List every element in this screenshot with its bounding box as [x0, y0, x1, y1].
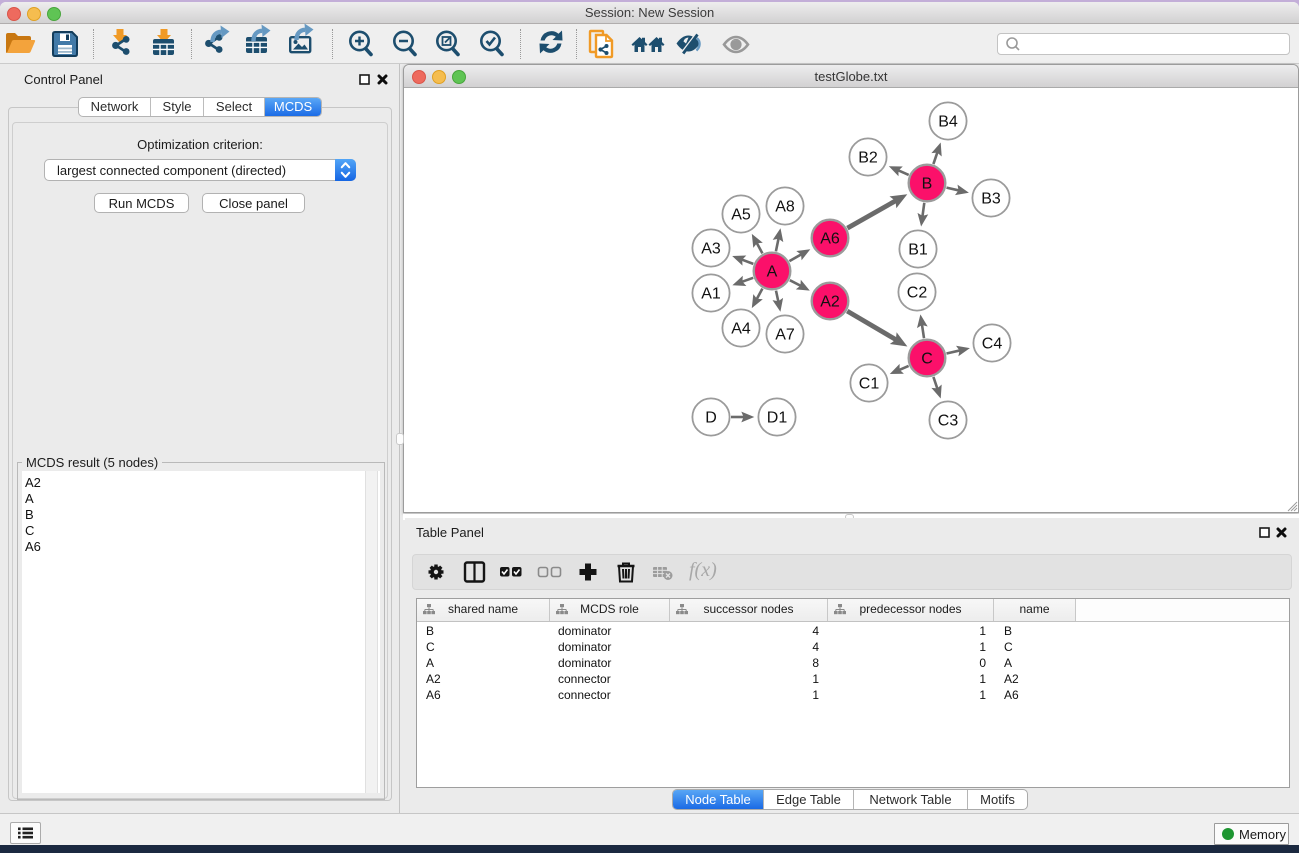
- svg-text:C1: C1: [859, 376, 880, 393]
- svg-text:C2: C2: [907, 285, 928, 302]
- svg-text:A1: A1: [701, 286, 721, 303]
- svg-text:A2: A2: [820, 294, 840, 311]
- svg-text:B1: B1: [908, 242, 928, 259]
- svg-text:A3: A3: [701, 241, 721, 258]
- svg-text:A: A: [767, 264, 778, 281]
- svg-text:A8: A8: [775, 199, 795, 216]
- svg-text:A5: A5: [731, 207, 751, 224]
- svg-text:C4: C4: [982, 336, 1003, 353]
- svg-text:A4: A4: [731, 321, 751, 338]
- svg-text:A7: A7: [775, 327, 795, 344]
- svg-text:C3: C3: [938, 413, 959, 430]
- svg-text:B: B: [922, 176, 933, 193]
- svg-text:A6: A6: [820, 231, 840, 248]
- svg-text:B3: B3: [981, 191, 1001, 208]
- svg-text:D1: D1: [767, 410, 788, 427]
- svg-text:D: D: [705, 410, 717, 427]
- svg-text:B4: B4: [938, 114, 958, 131]
- svg-text:C: C: [921, 351, 933, 368]
- svg-text:B2: B2: [858, 150, 878, 167]
